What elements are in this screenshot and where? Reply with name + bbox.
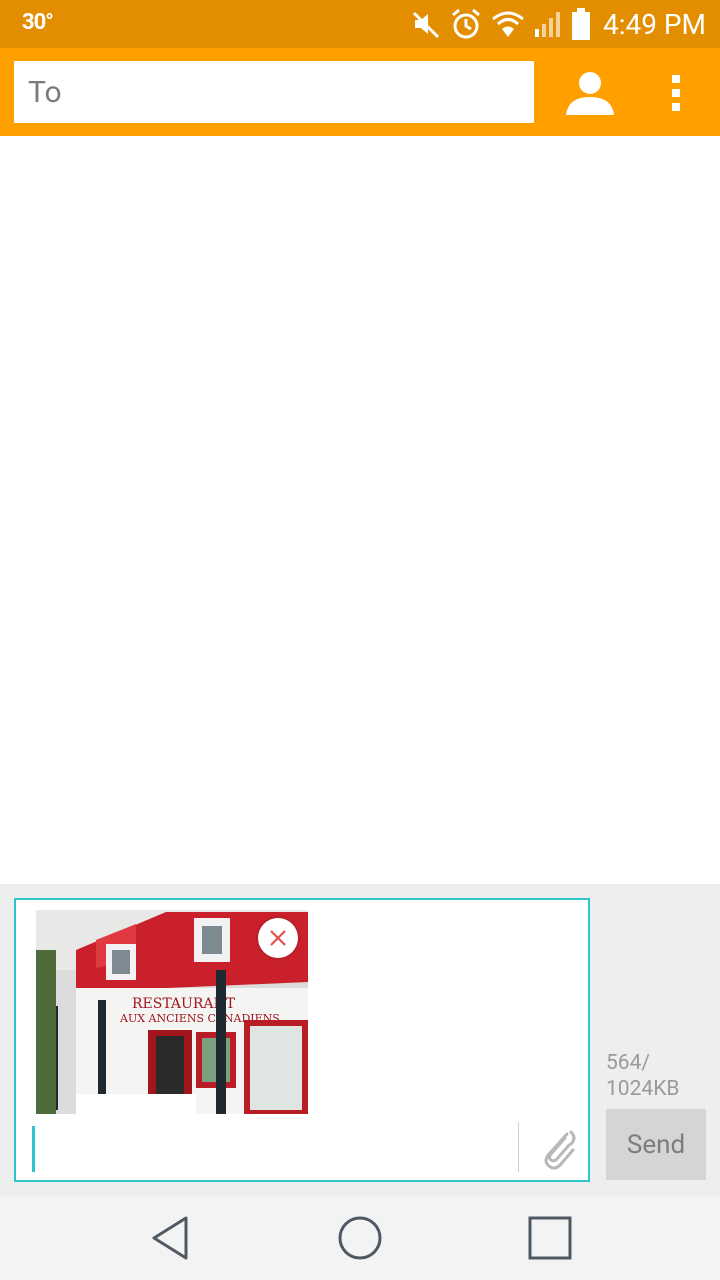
overflow-menu-icon [672, 75, 680, 111]
status-bar: 30° 4:49 PM [0, 0, 720, 48]
send-button[interactable]: Send [606, 1109, 706, 1180]
message-composer: RESTAURANT AUX ANCIENS CANADIENS [14, 898, 590, 1182]
overflow-menu-button[interactable] [652, 66, 700, 120]
paperclip-icon [544, 1130, 576, 1170]
message-size-indicator: 564/ 1024KB [606, 1050, 679, 1102]
remove-attachment-button[interactable] [258, 918, 298, 958]
contact-icon [566, 72, 614, 115]
conversation-area [0, 136, 720, 884]
app-bar [0, 48, 720, 136]
size-used: 564/ [606, 1051, 651, 1075]
wifi-icon [492, 11, 524, 37]
recipient-input[interactable] [14, 61, 534, 123]
size-limit: 1024KB [606, 1077, 680, 1101]
home-icon [338, 1216, 382, 1260]
back-button[interactable] [140, 1210, 200, 1266]
signal-icon [534, 12, 560, 37]
attach-button[interactable] [534, 1124, 580, 1174]
status-icons: 4:49 PM [411, 6, 706, 42]
navigation-bar [0, 1196, 720, 1280]
back-icon [152, 1216, 188, 1260]
message-input[interactable] [34, 1124, 518, 1176]
composer-divider [518, 1122, 519, 1172]
alarm-icon [451, 8, 480, 39]
recents-button[interactable] [520, 1210, 580, 1266]
clock-text: 4:49 PM [602, 7, 706, 41]
temperature-text: 30° [22, 10, 54, 35]
recents-icon [528, 1216, 572, 1260]
mute-icon [412, 11, 440, 39]
close-icon [270, 930, 286, 946]
contact-button[interactable] [560, 66, 620, 120]
battery-icon [571, 8, 590, 40]
home-button[interactable] [330, 1210, 390, 1266]
